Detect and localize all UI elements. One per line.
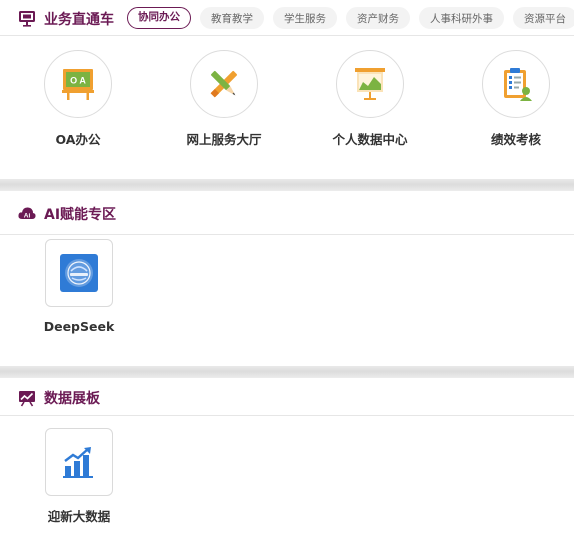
app-oa-office-label: OA办公: [55, 132, 101, 147]
app-online-service-hall-circle: [190, 50, 258, 118]
app-online-service-hall-label: 网上服务大厅: [186, 132, 262, 147]
ai-section-title: AI赋能专区: [44, 207, 117, 223]
business-app-grid: O A OA办公 网上服务大厅 个人数据中心 绩效考核: [0, 48, 574, 158]
ai-cloud-icon: Ai: [18, 207, 36, 220]
tab-hr-research[interactable]: 人事科研外事: [419, 7, 504, 29]
dashboard-section-header: 数据展板: [0, 378, 574, 416]
tab-teaching[interactable]: 教育教学: [200, 7, 264, 29]
clipboard-icon: [504, 68, 532, 101]
business-section: 业务直通车 协同办公 教育教学 学生服务 资产财务 人事科研外事 资源平台 O …: [0, 0, 574, 178]
business-section-title: 业务直通车: [44, 12, 114, 28]
tab-asset-finance[interactable]: 资产财务: [346, 7, 410, 29]
dashboard-section: 数据展板 迎新大数据: [0, 378, 574, 544]
app-deepseek[interactable]: [45, 239, 113, 307]
app-deepseek-label: DeepSeek: [43, 319, 115, 334]
tools-icon: [210, 70, 238, 98]
business-tabs: 协同办公 教育教学 学生服务 资产财务 人事科研外事 资源平台: [127, 7, 574, 31]
ai-cloud-text: Ai: [24, 213, 31, 220]
app-performance-review-circle: [482, 50, 550, 118]
bar-chart-icon: [63, 447, 93, 478]
presentation-chart-icon: [19, 391, 35, 407]
deepseek-logo-icon: [60, 254, 98, 292]
dashboard-section-title: 数据展板: [44, 391, 100, 407]
app-freshmen-big-data-label: 迎新大数据: [47, 509, 111, 524]
tab-student-service[interactable]: 学生服务: [273, 7, 337, 29]
app-performance-review[interactable]: 绩效考核: [446, 48, 574, 158]
section-divider-band: [0, 179, 574, 191]
oa-board-icon: O A: [62, 69, 94, 100]
business-section-header: 业务直通车 协同办公 教育教学 学生服务 资产财务 人事科研外事 资源平台: [0, 0, 574, 36]
chart-board-icon: [355, 68, 385, 100]
section-divider-band-2: [0, 366, 574, 378]
app-personal-data-center-circle: [336, 50, 404, 118]
portal-page: 业务直通车 协同办公 教育教学 学生服务 资产财务 人事科研外事 资源平台 O …: [0, 0, 574, 544]
ai-section: Ai AI赋能专区 DeepSeek: [0, 191, 574, 363]
app-performance-review-label: 绩效考核: [490, 132, 541, 147]
app-freshmen-big-data[interactable]: [45, 428, 113, 496]
ai-section-header: Ai AI赋能专区: [0, 191, 574, 235]
oa-board-text: O A: [70, 76, 86, 86]
app-online-service-hall[interactable]: 网上服务大厅: [154, 48, 294, 158]
app-personal-data-center[interactable]: 个人数据中心: [300, 48, 440, 158]
app-oa-office[interactable]: O A OA办公: [8, 48, 148, 158]
app-personal-data-center-label: 个人数据中心: [332, 132, 408, 147]
monitor-icon: [19, 11, 35, 27]
tab-resource-platform[interactable]: 资源平台: [513, 7, 574, 29]
app-oa-office-circle: O A: [44, 50, 112, 118]
tab-collab-office[interactable]: 协同办公: [127, 7, 191, 29]
